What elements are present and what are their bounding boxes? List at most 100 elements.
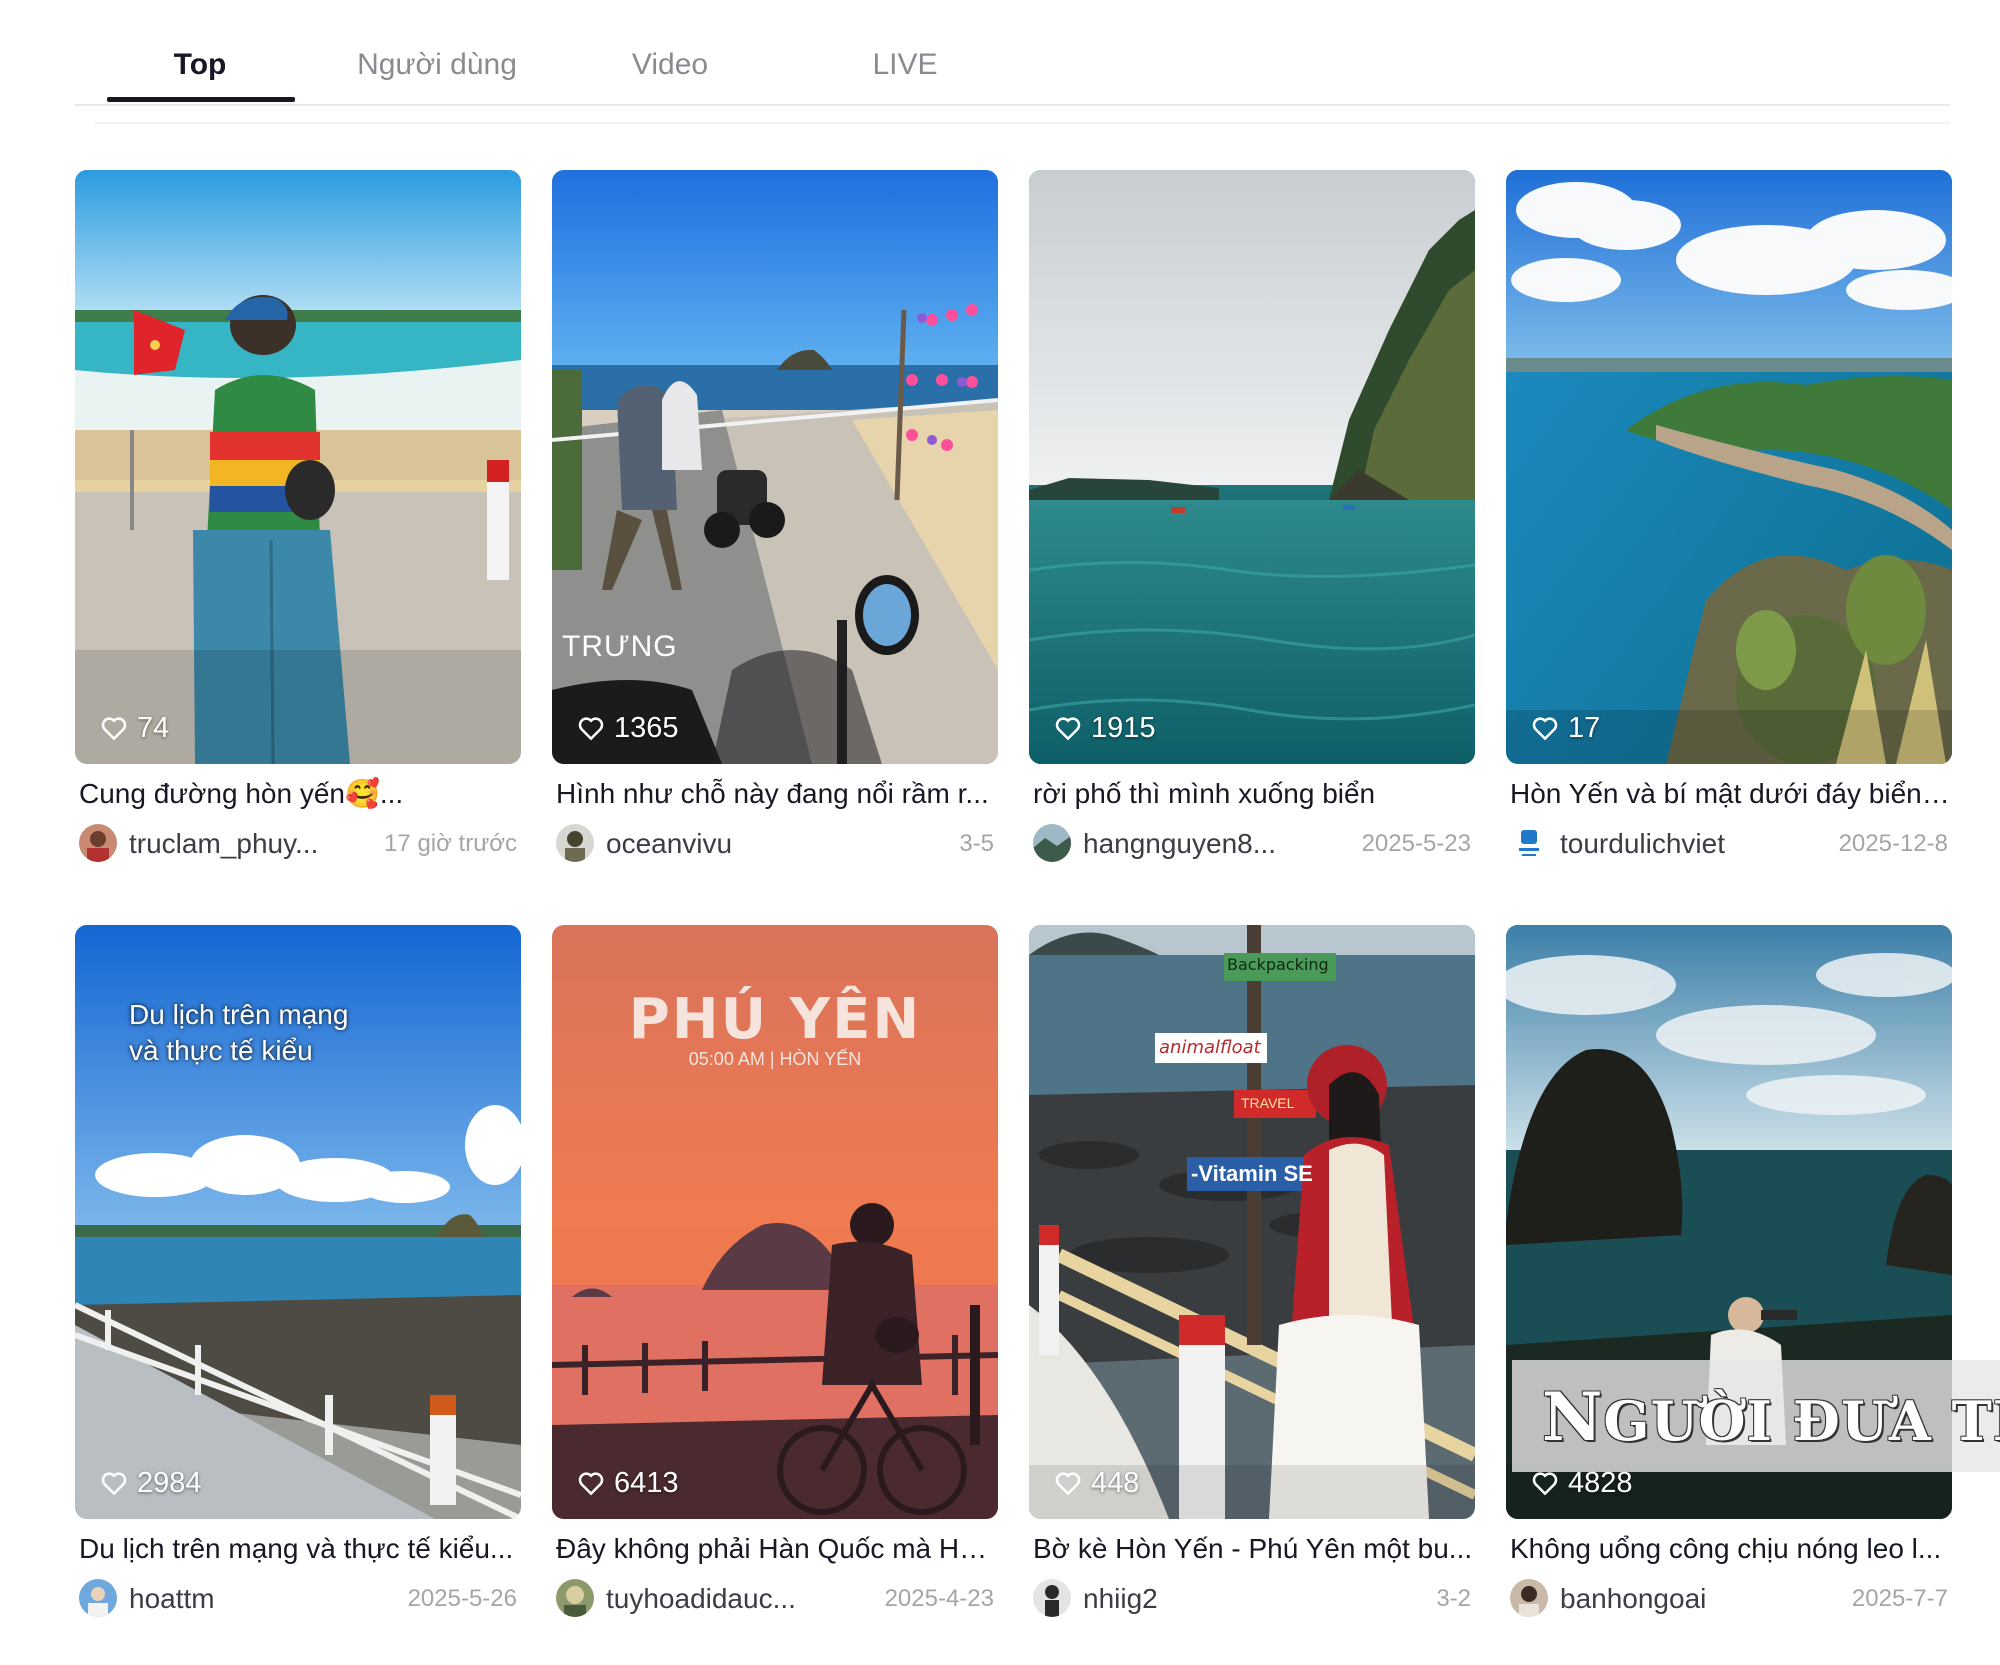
watermark-text: GƯỜI ĐƯA TIN <box>1603 1389 2000 1453</box>
post-date: 17 giờ trước <box>384 830 517 857</box>
video-meta: oceanvivu 3-5 <box>556 822 994 866</box>
like-count: 1365 <box>576 710 679 746</box>
video-meta: nhiig2 3-2 <box>1033 1577 1471 1621</box>
video-caption[interactable]: Du lịch trên mạng và thực tế kiểu... <box>79 1529 519 1569</box>
like-count: 1915 <box>1053 710 1156 746</box>
thumbnail-image <box>1506 170 1952 764</box>
video-meta: truclam_phuy... 17 giờ trước <box>79 822 517 866</box>
heart-icon <box>101 1472 127 1496</box>
video-caption[interactable]: Không uổng công chịu nóng leo l... <box>1510 1529 1950 1569</box>
video-caption[interactable]: Hòn Yến và bí mật dưới đáy biển ... <box>1510 774 1950 814</box>
thumbnail-image <box>1029 925 1475 1519</box>
video-card[interactable]: TRƯNG 1365 Hình như chỗ này đang nổi rầm… <box>552 170 998 910</box>
thumbnail-image <box>552 170 998 764</box>
video-thumbnail[interactable]: TRƯNG 1365 <box>552 170 998 764</box>
like-count-value: 1915 <box>1091 712 1156 744</box>
video-meta: tuyhoadidauc... 2025-4-23 <box>556 1577 994 1621</box>
heart-icon <box>1055 717 1081 741</box>
video-thumbnail[interactable]: 17 <box>1506 170 1952 764</box>
like-count: 17 <box>1530 710 1600 746</box>
sign-text-2: animalfloat <box>1159 1037 1261 1058</box>
video-overlay-text: TRƯNG <box>562 630 678 663</box>
avatar[interactable] <box>1033 824 1071 862</box>
post-date: 3-2 <box>1436 1585 1471 1612</box>
avatar[interactable] <box>1510 1579 1548 1617</box>
thumbnail-image <box>75 170 521 764</box>
post-date: 2025-5-23 <box>1361 830 1471 857</box>
post-date: 2025-4-23 <box>884 1585 994 1612</box>
active-tab-indicator <box>107 97 295 102</box>
avatar[interactable] <box>79 824 117 862</box>
author-name[interactable]: banhongoai <box>1560 1579 1800 1619</box>
author-name[interactable]: oceanvivu <box>606 824 846 864</box>
divider <box>95 122 1950 124</box>
video-thumbnail[interactable]: Backpacking animalfloat TRAVEL -Vitamin … <box>1029 925 1475 1519</box>
heart-icon <box>1532 717 1558 741</box>
heart-icon <box>578 1472 604 1496</box>
video-overlay-subtitle: 05:00 AM | HÒN YẾN <box>688 1049 862 1069</box>
avatar[interactable] <box>1510 824 1548 862</box>
author-name[interactable]: nhiig2 <box>1083 1579 1323 1619</box>
post-date: 2025-12-8 <box>1838 830 1948 857</box>
tab-top[interactable]: Top <box>105 42 295 88</box>
like-count-value: 74 <box>137 712 170 744</box>
sign-text-1: Backpacking <box>1227 955 1329 974</box>
video-thumbnail[interactable]: Du lịch trên mạng và thực tế kiểu 2984 <box>75 925 521 1519</box>
heart-icon <box>578 717 604 741</box>
author-name[interactable]: hoattm <box>129 1579 369 1619</box>
tab-live[interactable]: LIVE <box>810 42 1000 88</box>
search-tabs: Top Người dùng Video LIVE <box>75 0 1950 106</box>
author-name[interactable]: truclam_phuy... <box>129 824 369 864</box>
sign-text-3: TRAVEL <box>1241 1095 1295 1111</box>
like-count: 74 <box>99 710 169 746</box>
like-count-value: 448 <box>1091 1467 1140 1499</box>
heart-icon <box>1532 1472 1558 1496</box>
avatar[interactable] <box>556 824 594 862</box>
overlay-line-2: và thực tế kiểu <box>129 1035 313 1066</box>
video-card[interactable]: Du lịch trên mạng và thực tế kiểu 2984 D… <box>75 925 521 1665</box>
post-date: 3-5 <box>959 830 994 857</box>
tab-users[interactable]: Người dùng <box>342 42 532 88</box>
overlay-line-1: Du lịch trên mạng <box>129 999 349 1030</box>
like-count-value: 2984 <box>137 1467 202 1499</box>
video-thumbnail[interactable]: PHÚ YÊN 05:00 AM | HÒN YẾN 6413 <box>552 925 998 1519</box>
author-name[interactable]: hangnguyen8... <box>1083 824 1323 864</box>
author-name[interactable]: tuyhoadidauc... <box>606 1579 846 1619</box>
video-card[interactable]: PHÚ YÊN 05:00 AM | HÒN YẾN 6413 Đây khôn… <box>552 925 998 1665</box>
video-card[interactable]: 1915 rời phố thì mình xuống biển hangngu… <box>1029 170 1475 910</box>
watermark-logo: NGƯỜI ĐƯA TIN <box>1542 1378 2000 1456</box>
watermark-letter: N <box>1542 1378 1604 1456</box>
video-card[interactable]: 74 Cung đường hòn yến🥰... truclam_phuy..… <box>75 170 521 910</box>
video-caption[interactable]: Cung đường hòn yến🥰... <box>79 774 519 814</box>
video-caption[interactable]: Hình như chỗ này đang nổi rầm r... <box>556 774 996 814</box>
post-date: 2025-5-26 <box>407 1585 517 1612</box>
post-date: 2025-7-7 <box>1851 1585 1948 1612</box>
heart-icon <box>101 717 127 741</box>
like-count-value: 17 <box>1568 712 1601 744</box>
avatar[interactable] <box>79 1579 117 1617</box>
video-thumbnail[interactable]: 74 <box>75 170 521 764</box>
video-overlay-title: PHÚ YÊN <box>628 987 922 1052</box>
video-caption[interactable]: Bờ kè Hòn Yến - Phú Yên một bu... <box>1033 1529 1473 1569</box>
like-count: 2984 <box>99 1465 202 1501</box>
video-caption[interactable]: Đây không phải Hàn Quốc mà Hò... <box>556 1529 996 1569</box>
like-count-value: 1365 <box>614 712 679 744</box>
like-count: 448 <box>1053 1465 1139 1501</box>
avatar[interactable] <box>556 1579 594 1617</box>
video-card[interactable]: 17 Hòn Yến và bí mật dưới đáy biển ... t… <box>1506 170 1952 910</box>
tab-video[interactable]: Video <box>575 42 765 88</box>
video-caption[interactable]: rời phố thì mình xuống biển <box>1033 774 1473 814</box>
video-meta: hoattm 2025-5-26 <box>79 1577 517 1621</box>
video-card[interactable]: Backpacking animalfloat TRAVEL -Vitamin … <box>1029 925 1475 1665</box>
sign-text-4: -Vitamin SE <box>1191 1161 1313 1186</box>
heart-icon <box>1055 1472 1081 1496</box>
thumbnail-image <box>1029 170 1475 764</box>
video-thumbnail[interactable]: 1915 <box>1029 170 1475 764</box>
publisher-watermark: NGƯỜI ĐƯA TIN <box>1512 1360 2000 1472</box>
like-count-value: 6413 <box>614 1467 679 1499</box>
video-card[interactable]: 4828 Không uổng công chịu nóng leo l... … <box>1506 925 1952 1665</box>
author-name[interactable]: tourdulichviet <box>1560 824 1800 864</box>
avatar[interactable] <box>1033 1579 1071 1617</box>
video-overlay-text: Du lịch trên mạng và thực tế kiểu <box>129 997 348 1069</box>
video-meta: banhongoai 2025-7-7 <box>1510 1577 1948 1621</box>
